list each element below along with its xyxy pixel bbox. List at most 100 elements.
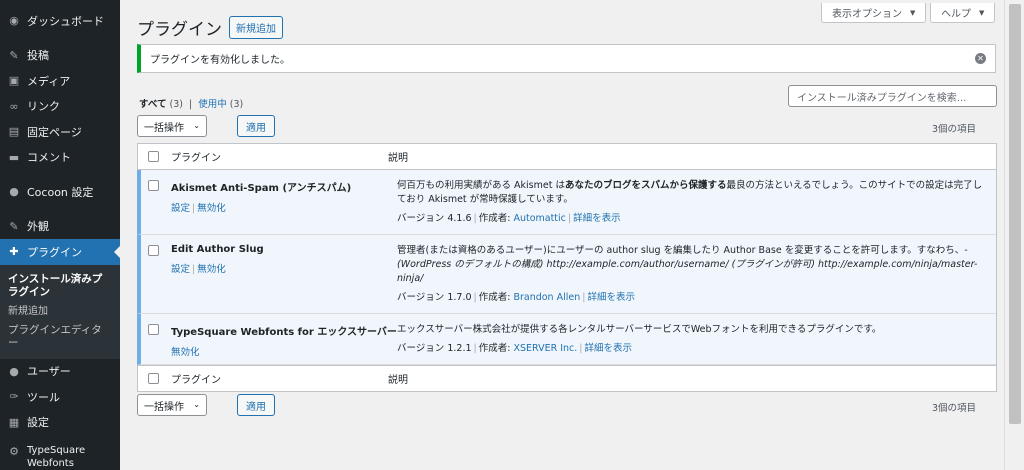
menu-settings[interactable]: ▦ 設定 [0,410,120,436]
description-bold: あなたのブログをスパムから保護する [564,180,727,191]
menu-tools[interactable]: ✑ ツール [0,384,120,410]
plugin-description: 管理者(または資格のあるユーザー)にユーザーの author slug を編集し… [397,244,986,286]
success-notice: プラグインを有効化しました。 ✕ [137,44,996,73]
add-new-button[interactable]: 新規追加 [229,16,283,39]
scrollbar[interactable] [1004,0,1024,470]
menu-media[interactable]: ▣ メディア [0,68,120,94]
plugins-submenu: インストール済みプラグイン 新規追加 プラグインエディター [0,264,120,359]
author-label: 作成者: [478,213,511,224]
author-label: 作成者: [478,343,511,354]
help-label: ヘルプ [941,9,971,20]
menu-links[interactable]: ∞ リンク [0,94,120,120]
column-plugin-footer: プラグイン [171,375,221,386]
author-link[interactable]: Automattic [513,213,565,224]
menu-cocoon-settings[interactable]: ● Cocoon 設定 [0,179,120,205]
submenu-plugin-editor[interactable]: プラグインエディター [0,321,120,353]
link-icon: ∞ [9,99,19,113]
notice-text: プラグインを有効化しました。 [150,55,290,66]
menu-pages[interactable]: ▤ 固定ページ [0,119,120,145]
menu-label: リンク [27,100,60,114]
main-content: 表示オプション ▼ ヘルプ ▼ プラグイン 新規追加 プラグインを有効化しました。 … [120,0,1004,470]
table-row: TypeSquare Webfonts for エックスサーバー 無効化 エック… [137,314,996,365]
plugin-name: Edit Author Slug [171,244,264,255]
menu-dashboard[interactable]: ◉ ダッシュボード [0,8,120,34]
apply-button-bottom[interactable]: 適用 [237,394,275,416]
plugin-description: エックスサーバー株式会社が提供する各レンタルサーバーサービスでWebフォントを利… [397,324,882,335]
filter-separator: | [189,99,193,110]
description-text: 何百万もの利用実績がある Akismet は [397,180,565,191]
plugin-meta: バージョン 1.2.1 | 作成者: XSERVER Inc. | 詳細を表示 [397,343,632,354]
menu-label: TypeSquare Webfonts [27,445,86,469]
bulk-action-select-top[interactable]: 一括操作 ⌄ [137,115,207,137]
menu-typesquare[interactable]: ⚙ TypeSquare Webfonts [0,444,120,470]
gear-icon: ⚙ [9,444,19,458]
screen-options-label: 表示オプション [832,9,902,20]
plugin-search-input[interactable]: インストール済みプラグインを検索... [788,85,997,107]
filter-active[interactable]: 使用中 [198,99,227,110]
submenu-installed-plugins[interactable]: インストール済みプラグイン [0,270,120,302]
deactivate-link[interactable]: 無効化 [197,203,226,214]
table-row: Akismet Anti-Spam (アンチスパム) 設定 | 無効化 何百万もの利… [137,170,996,235]
menu-comments[interactable]: ▬ コメント [0,145,120,171]
author-link[interactable]: XSERVER Inc. [513,343,577,354]
column-description-header: 説明 [388,153,408,164]
view-details-link[interactable]: 詳細を表示 [584,343,632,354]
apply-button-top[interactable]: 適用 [237,115,275,137]
dismiss-icon[interactable]: ✕ [975,53,986,64]
deactivate-link[interactable]: 無効化 [171,347,200,358]
select-all-checkbox[interactable] [148,151,159,162]
menu-label: メディア [27,74,71,88]
menu-label: ダッシュボード [27,14,104,28]
menu-posts[interactable]: ✎ 投稿 [0,43,120,69]
tool-icon: ✑ [9,390,19,404]
row-checkbox[interactable] [148,324,159,335]
media-icon: ▣ [8,74,20,88]
deactivate-link[interactable]: 無効化 [197,264,226,275]
settings-link[interactable]: 設定 [171,264,190,275]
chevron-down-icon: ⌄ [193,400,200,409]
filter-all[interactable]: すべて [139,99,166,110]
pin-icon: ✎ [9,48,19,62]
plugin-meta: バージョン 1.7.0 | 作成者: Brandon Allen | 詳細を表示 [397,292,635,303]
version-text: バージョン 1.7.0 [397,292,472,303]
bulk-action-select-bottom[interactable]: 一括操作 ⌄ [137,394,207,416]
chevron-down-icon: ▼ [910,8,916,17]
table-header: プラグイン 説明 [138,144,996,170]
chevron-down-icon: ⌄ [193,121,200,130]
bulk-action-label: 一括操作 [144,122,184,134]
description-italic: http://example.com/author/username/ [546,259,729,270]
menu-label: 投稿 [27,49,49,63]
plugins-table: プラグイン 説明 Akismet Anti-Spam (アンチスパム) 設定 | 無… [137,143,997,392]
plugin-icon: ✚ [9,245,19,259]
author-link[interactable]: Brandon Allen [513,292,580,303]
description-italic: (プラグインが許可) [731,259,815,270]
menu-users[interactable]: ● ユーザー [0,359,120,385]
dashboard-icon: ◉ [9,14,19,28]
row-checkbox[interactable] [148,180,159,191]
menu-label: 設定 [27,416,49,430]
cocoon-icon: ● [9,185,19,199]
view-details-link[interactable]: 詳細を表示 [573,213,621,224]
select-all-checkbox-bottom[interactable] [148,373,159,384]
menu-plugins[interactable]: ✚ プラグイン [0,239,120,265]
description-text: 管理者(または資格のあるユーザー)にユーザーの author slug を編集し… [397,245,968,256]
item-count-bottom: 3個の項目 [931,403,976,414]
plugin-name: TypeSquare Webfonts for エックスサーバー [171,327,397,338]
menu-appearance[interactable]: ✎ 外観 [0,214,120,240]
settings-link[interactable]: 設定 [171,203,190,214]
page-icon: ▤ [8,125,20,139]
menu-label: ツール [27,390,60,404]
screen-options-button[interactable]: 表示オプション ▼ [821,3,927,23]
filter-active-count: (3) [229,99,244,110]
item-count-top: 3個の項目 [931,124,976,135]
description-italic: (WordPress のデフォルトの構成) [397,259,544,270]
scrollbar-thumb[interactable] [1009,4,1021,424]
author-label: 作成者: [478,292,511,303]
appearance-icon: ✎ [9,219,19,233]
help-button[interactable]: ヘルプ ▼ [930,3,996,23]
row-checkbox[interactable] [148,245,159,256]
column-plugin-header: プラグイン [171,153,221,164]
view-details-link[interactable]: 詳細を表示 [587,292,635,303]
submenu-add-new[interactable]: 新規追加 [0,302,120,321]
version-text: バージョン 1.2.1 [397,343,472,354]
